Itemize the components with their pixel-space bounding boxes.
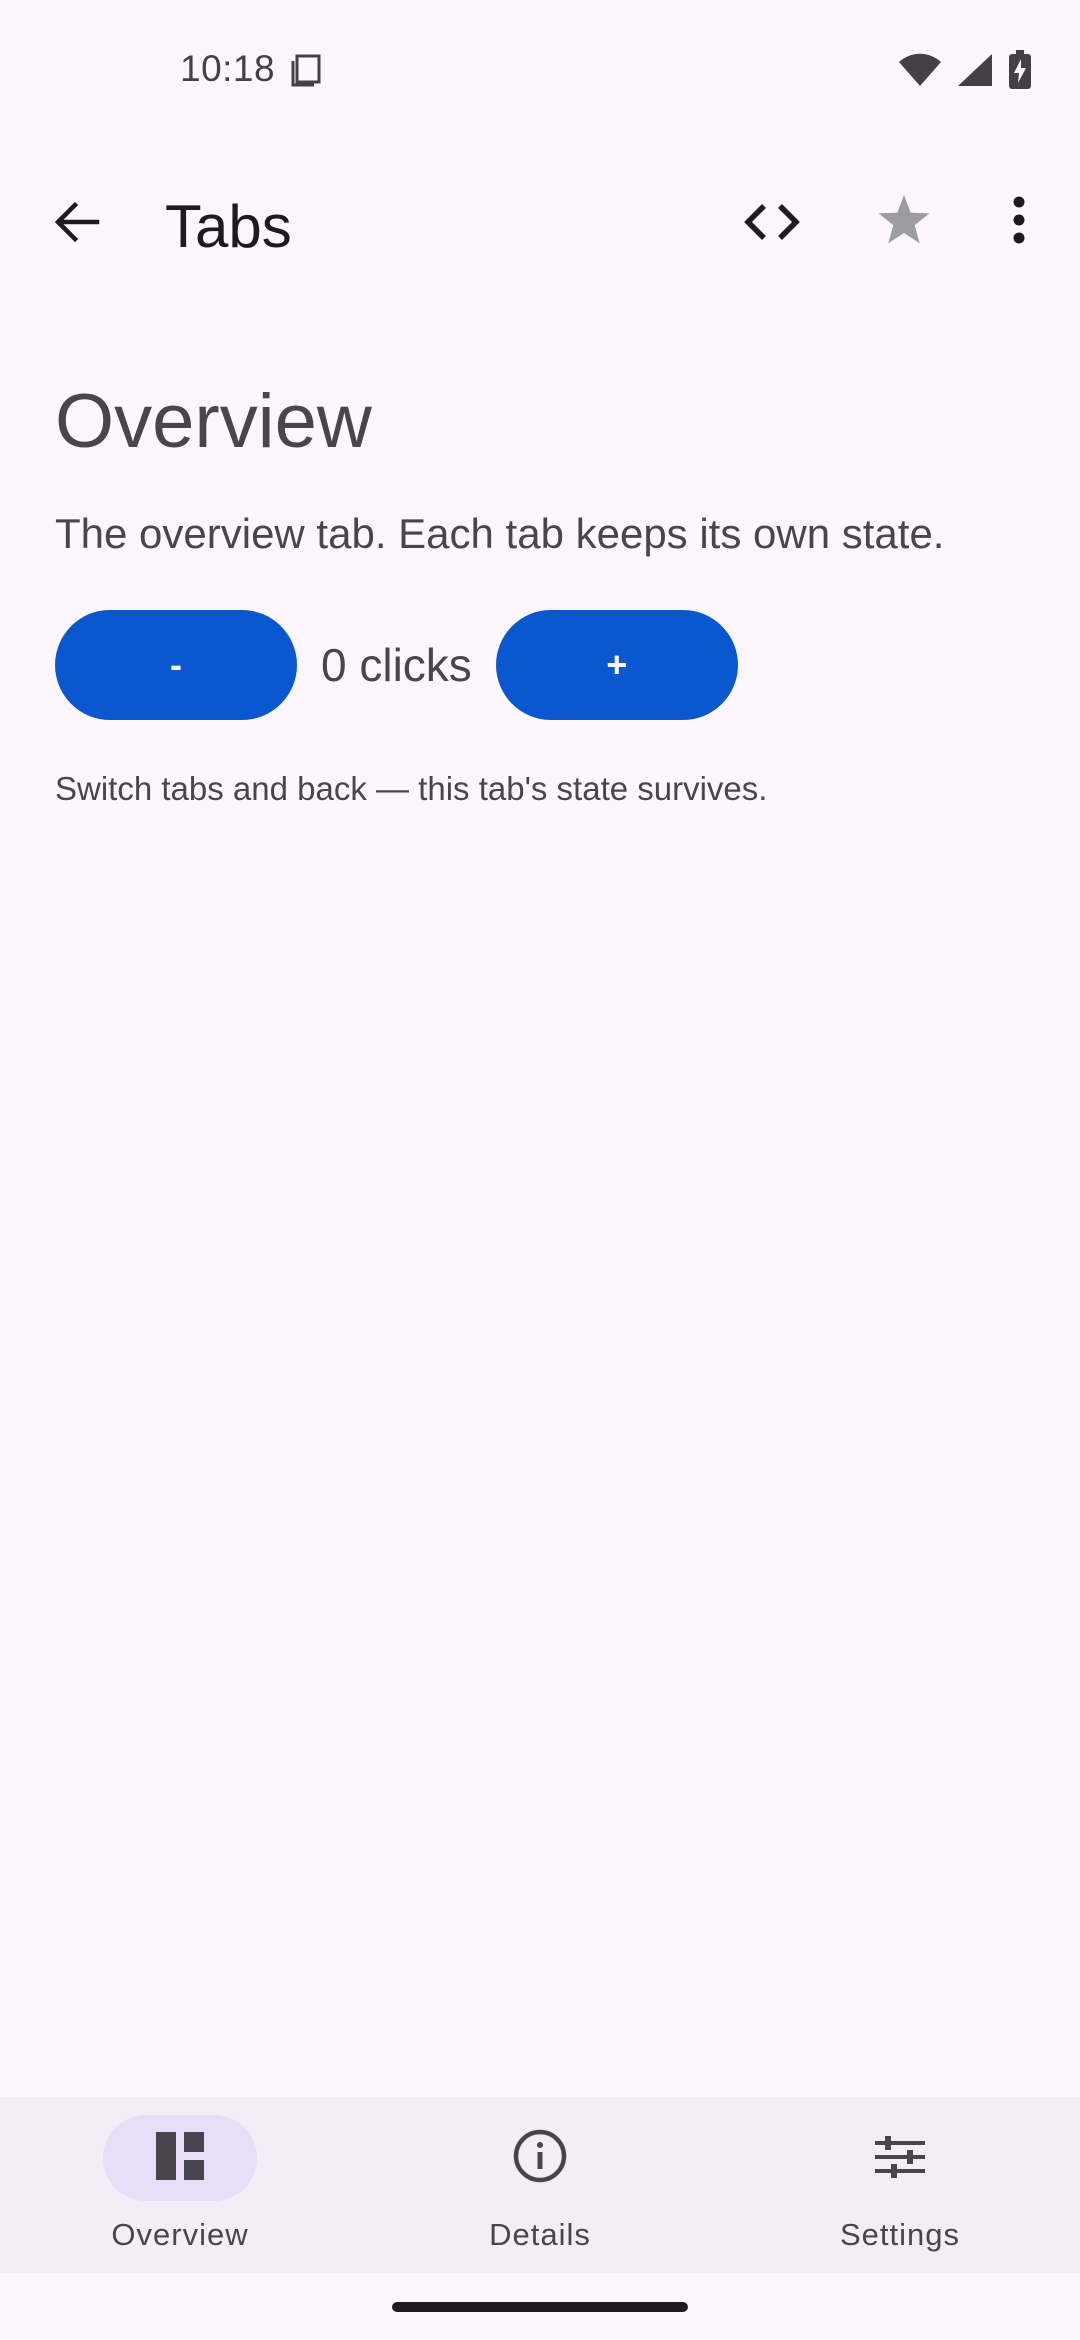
back-button[interactable] <box>42 190 110 258</box>
page-title: Overview <box>55 379 372 464</box>
decrement-button[interactable]: - <box>55 610 297 720</box>
increment-button[interactable]: + <box>495 610 738 720</box>
more-vert-icon <box>1012 196 1026 249</box>
nav-item-details[interactable]: Details <box>360 2097 720 2273</box>
view-code-button[interactable] <box>736 188 808 260</box>
app-title: Tabs <box>165 193 292 260</box>
hint-text: Switch tabs and back — this tab's state … <box>55 770 768 807</box>
cell-signal-icon <box>956 52 994 93</box>
app-screen: 10:18 Tabs Overview The overview tab. Ea… <box>0 0 1080 2340</box>
battery-charging-icon <box>1008 50 1032 95</box>
status-icons <box>898 50 1032 95</box>
code-icon <box>742 200 802 249</box>
click-counter: 0 clicks <box>321 639 472 691</box>
nav-item-overview[interactable]: Overview <box>0 2097 360 2273</box>
dashboard-icon <box>154 2130 206 2187</box>
nav-active-indicator <box>103 2115 257 2201</box>
nav-label-overview: Overview <box>111 2217 249 2252</box>
arrow-back-icon <box>51 197 101 252</box>
nav-icon-container <box>463 2115 617 2201</box>
wifi-icon <box>898 52 942 93</box>
more-options-button[interactable] <box>994 186 1044 258</box>
favorite-button[interactable] <box>868 186 940 258</box>
status-time: 10:18 <box>180 48 276 89</box>
page-description: The overview tab. Each tab keeps its own… <box>55 510 945 557</box>
gesture-handle[interactable] <box>392 2302 688 2312</box>
nav-icon-container <box>823 2115 977 2201</box>
sim-card-icon <box>288 52 324 88</box>
app-bar: Tabs <box>0 168 1080 280</box>
nav-item-settings[interactable]: Settings <box>720 2097 1080 2273</box>
nav-label-settings: Settings <box>839 2217 960 2252</box>
counter-row: - 0 clicks + <box>55 610 738 720</box>
star-icon <box>876 193 932 252</box>
bottom-navigation: Overview Details Settings <box>0 2097 1080 2273</box>
status-bar: 10:18 <box>0 0 1080 140</box>
nav-label-details: Details <box>489 2217 591 2252</box>
info-icon <box>512 2128 568 2189</box>
tune-icon <box>873 2133 927 2184</box>
